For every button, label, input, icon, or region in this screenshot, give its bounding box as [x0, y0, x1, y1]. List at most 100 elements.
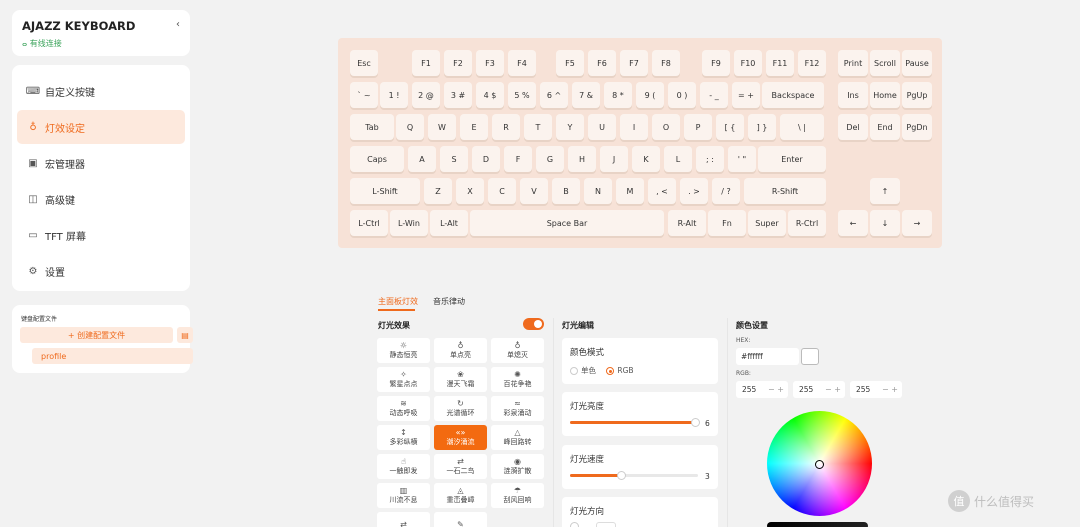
- key[interactable]: F4: [508, 50, 536, 76]
- key[interactable]: PgDn: [902, 114, 932, 140]
- sidebar-item-4[interactable]: ▭ TFT 屏幕: [17, 218, 185, 252]
- key[interactable]: End: [870, 114, 900, 140]
- direction-radio[interactable]: [570, 522, 579, 527]
- effect-option[interactable]: ♁ 单点亮: [434, 338, 487, 363]
- key[interactable]: / ?: [712, 178, 740, 204]
- key[interactable]: = +: [732, 82, 760, 108]
- effect-option[interactable]: ♁ 单熄灭: [491, 338, 544, 363]
- key[interactable]: 6 ^: [540, 82, 568, 108]
- key[interactable]: - _: [700, 82, 728, 108]
- effect-option[interactable]: ◉ 涟漪扩散: [491, 454, 544, 479]
- key[interactable]: R-Shift: [744, 178, 826, 204]
- key[interactable]: Fn: [708, 210, 746, 236]
- key[interactable]: , <: [648, 178, 676, 204]
- effect-option[interactable]: ⇄ 一石二鸟: [434, 454, 487, 479]
- key[interactable]: O: [652, 114, 680, 140]
- key[interactable]: ; :: [696, 146, 724, 172]
- create-profile-button[interactable]: + 创建配置文件: [20, 327, 173, 343]
- brightness-thumb[interactable]: [691, 418, 701, 427]
- direction-option[interactable]: [596, 522, 616, 527]
- tab-main-lighting[interactable]: 主面板灯效: [378, 296, 418, 307]
- hex-input[interactable]: #ffffff: [736, 348, 799, 365]
- key[interactable]: 7 &: [572, 82, 600, 108]
- effect-option[interactable]: ↻ 光谱循环: [434, 396, 487, 421]
- key[interactable]: 2 @: [412, 82, 440, 108]
- key[interactable]: 3 #: [444, 82, 472, 108]
- key[interactable]: L-Ctrl: [350, 210, 388, 236]
- key[interactable]: Ins: [838, 82, 868, 108]
- key[interactable]: Caps: [350, 146, 404, 172]
- effect-option[interactable]: ❀ 漫天飞霜: [434, 367, 487, 392]
- key[interactable]: N: [584, 178, 612, 204]
- key[interactable]: 8 *: [604, 82, 632, 108]
- key[interactable]: I: [620, 114, 648, 140]
- sidebar-item-3[interactable]: ◫ 高级键: [17, 182, 185, 216]
- rgb-b-input[interactable]: 255− +: [850, 381, 902, 398]
- key[interactable]: ' ": [728, 146, 756, 172]
- key[interactable]: R-Alt: [668, 210, 706, 236]
- effect-option[interactable]: ☝ 一触即发: [377, 454, 430, 479]
- rgb-r-input[interactable]: 255− +: [736, 381, 788, 398]
- key[interactable]: 4 $: [476, 82, 504, 108]
- effect-option[interactable]: ↕ 多彩纵横: [377, 425, 430, 450]
- effect-option[interactable]: ✧ 繁星点点: [377, 367, 430, 392]
- radio-mono[interactable]: 单色: [570, 366, 596, 375]
- key[interactable]: 9 (: [636, 82, 664, 108]
- key[interactable]: F11: [766, 50, 794, 76]
- effect-option[interactable]: ☼ 静态恒亮: [377, 338, 430, 363]
- sidebar-item-0[interactable]: ⌨ 自定义按键: [17, 74, 185, 108]
- key[interactable]: L-Shift: [350, 178, 420, 204]
- key[interactable]: . >: [680, 178, 708, 204]
- effect-option[interactable]: «» 潮汐涌流: [434, 425, 487, 450]
- key[interactable]: G: [536, 146, 564, 172]
- key[interactable]: F: [504, 146, 532, 172]
- key[interactable]: Enter: [758, 146, 826, 172]
- rgb-g-input[interactable]: 255− +: [793, 381, 845, 398]
- key[interactable]: F8: [652, 50, 680, 76]
- key[interactable]: F12: [798, 50, 826, 76]
- file-import-icon[interactable]: ▤: [177, 327, 193, 343]
- key[interactable]: ` ~: [350, 82, 378, 108]
- stepper-icon[interactable]: − +: [882, 385, 898, 394]
- key[interactable]: J: [600, 146, 628, 172]
- brightness-slider[interactable]: [570, 418, 701, 427]
- key[interactable]: F2: [444, 50, 472, 76]
- effect-option[interactable]: ▥ 川流不息: [377, 483, 430, 508]
- key[interactable]: F9: [702, 50, 730, 76]
- key[interactable]: ↓: [870, 210, 900, 236]
- key[interactable]: Backspace: [762, 82, 824, 108]
- collapse-button[interactable]: ‹: [176, 19, 180, 30]
- key[interactable]: L-Win: [390, 210, 428, 236]
- profile-item[interactable]: profile: [32, 348, 193, 364]
- key[interactable]: \ |: [780, 114, 824, 140]
- key[interactable]: R: [492, 114, 520, 140]
- stepper-icon[interactable]: − +: [768, 385, 784, 394]
- effect-option[interactable]: ◬ 重峦叠嶂: [434, 483, 487, 508]
- key[interactable]: X: [456, 178, 484, 204]
- key[interactable]: U: [588, 114, 616, 140]
- key[interactable]: F5: [556, 50, 584, 76]
- key[interactable]: F10: [734, 50, 762, 76]
- key[interactable]: V: [520, 178, 548, 204]
- key[interactable]: 0 ): [668, 82, 696, 108]
- key[interactable]: S: [440, 146, 468, 172]
- stepper-icon[interactable]: − +: [825, 385, 841, 394]
- key[interactable]: L-Alt: [430, 210, 468, 236]
- key[interactable]: F3: [476, 50, 504, 76]
- key[interactable]: A: [408, 146, 436, 172]
- brightness-gradient-bar[interactable]: [767, 522, 868, 527]
- key[interactable]: ←: [838, 210, 868, 236]
- key[interactable]: ↑: [870, 178, 900, 204]
- key[interactable]: K: [632, 146, 660, 172]
- key[interactable]: T: [524, 114, 552, 140]
- key[interactable]: F1: [412, 50, 440, 76]
- key[interactable]: P: [684, 114, 712, 140]
- key[interactable]: Home: [870, 82, 900, 108]
- color-swatch[interactable]: [801, 348, 819, 365]
- sidebar-item-1[interactable]: ♁ 灯效设定: [17, 110, 185, 144]
- key[interactable]: Q: [396, 114, 424, 140]
- effect-option[interactable]: ≈ 彩泉涌动: [491, 396, 544, 421]
- key[interactable]: Del: [838, 114, 868, 140]
- key[interactable]: C: [488, 178, 516, 204]
- key[interactable]: F7: [620, 50, 648, 76]
